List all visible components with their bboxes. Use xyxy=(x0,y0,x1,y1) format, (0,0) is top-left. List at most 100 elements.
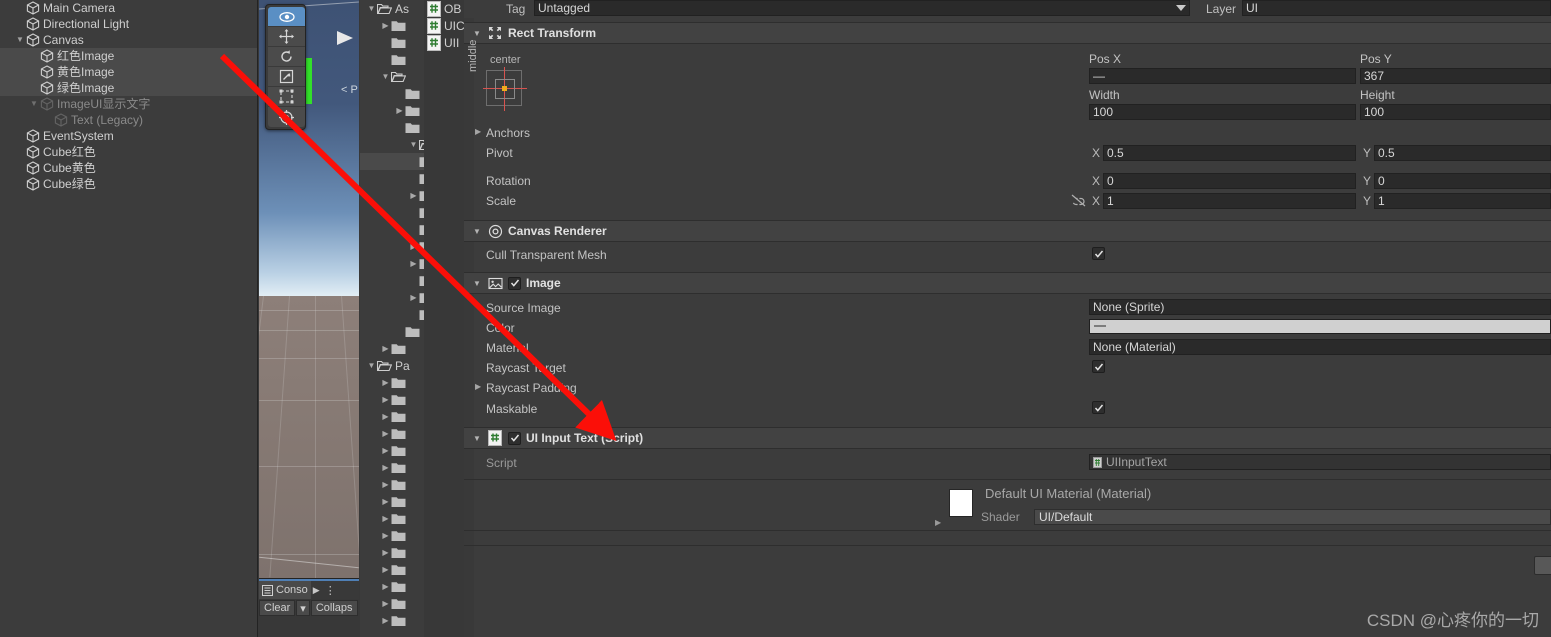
pos-x-input[interactable]: — xyxy=(1089,68,1356,84)
shader-dropdown[interactable]: UI/Default xyxy=(1034,509,1551,525)
scale-link-off-icon[interactable] xyxy=(1071,194,1086,210)
pivot-y-input[interactable]: 0.5 xyxy=(1374,145,1551,161)
ui-input-text-foldout-icon[interactable]: ▼ xyxy=(472,434,482,443)
tag-chevron-down-icon[interactable] xyxy=(1176,5,1186,11)
hierarchy-item[interactable]: ▶Text (Legacy) xyxy=(0,112,257,128)
cull-transparent-mesh-checkbox[interactable] xyxy=(1092,247,1105,260)
ui-input-text-header[interactable]: ▼ UI Input Text (Script) xyxy=(464,427,1551,449)
console-menu-icon[interactable]: ⋮ xyxy=(325,584,336,597)
inspector-panel[interactable]: Tag Untagged Layer UI ▼ Rect Transform c… xyxy=(464,0,1551,637)
project-file-item[interactable]: OB xyxy=(424,0,464,17)
add-component-button[interactable]: Add Component xyxy=(1534,556,1551,575)
canvas-renderer-foldout-icon[interactable]: ▼ xyxy=(472,227,482,236)
transform-tool-icon[interactable] xyxy=(268,107,305,127)
folder-icon xyxy=(391,615,406,627)
canvas-renderer-header[interactable]: ▼ Canvas Renderer xyxy=(464,220,1551,242)
hierarchy-item[interactable]: ▼ ImageUI显示文字 xyxy=(0,96,257,112)
project-foldout-icon[interactable]: ▶ xyxy=(380,514,391,523)
project-foldout-icon[interactable]: ▶ xyxy=(380,531,391,540)
raycast-target-checkbox[interactable] xyxy=(1092,360,1105,373)
project-foldout-icon[interactable]: ▶ xyxy=(408,191,419,200)
hierarchy-foldout-icon[interactable]: ▼ xyxy=(14,32,26,48)
clear-dropdown-button[interactable]: ▾ xyxy=(296,600,310,616)
material-foldout-icon[interactable]: ▶ xyxy=(935,518,941,527)
image-component-header[interactable]: ▼ Image xyxy=(464,272,1551,294)
script-reference-field[interactable]: UIInputText xyxy=(1089,454,1551,470)
color-swatch[interactable] xyxy=(1089,319,1551,334)
project-foldout-icon[interactable]: ▶ xyxy=(380,616,391,625)
anchors-foldout-icon[interactable]: ▶ xyxy=(475,127,481,136)
hierarchy-item[interactable]: ▶红色Image xyxy=(0,48,257,64)
project-foldout-icon[interactable]: ▶ xyxy=(380,412,391,421)
source-image-field[interactable]: None (Sprite) xyxy=(1089,299,1551,315)
hierarchy-item[interactable]: ▶Cube绿色 xyxy=(0,176,257,192)
rotate-tool-icon[interactable] xyxy=(268,47,305,67)
hierarchy-item[interactable]: ▼ Canvas xyxy=(0,32,257,48)
hierarchy-item[interactable]: ▶Directional Light xyxy=(0,16,257,32)
project-file-item[interactable]: UIC xyxy=(424,17,464,34)
pivot-x-input[interactable]: 0.5 xyxy=(1103,145,1356,161)
hierarchy-panel[interactable]: ▶Main Camera▶Directional Light▼Canvas▶红色… xyxy=(0,0,258,637)
move-tool-icon[interactable] xyxy=(268,27,305,47)
rect-transform-header[interactable]: ▼ Rect Transform xyxy=(464,22,1551,44)
scale-y-input[interactable]: 1 xyxy=(1374,193,1551,209)
rect-tool-icon[interactable] xyxy=(268,87,305,107)
tab-console[interactable]: Conso xyxy=(259,581,311,599)
hierarchy-item[interactable]: ▶EventSystem xyxy=(0,128,257,144)
rect-transform-foldout-icon[interactable]: ▼ xyxy=(472,29,482,38)
maskable-checkbox[interactable] xyxy=(1092,401,1105,414)
scene-tool-palette[interactable] xyxy=(265,4,306,130)
hierarchy-foldout-icon[interactable]: ▼ xyxy=(28,96,40,112)
collapse-button[interactable]: Collaps xyxy=(310,600,358,616)
project-foldout-icon[interactable]: ▶ xyxy=(380,21,391,30)
pos-y-input[interactable]: 367 xyxy=(1360,68,1551,84)
hand-tool-icon[interactable] xyxy=(268,7,305,27)
project-foldout-icon[interactable]: ▶ xyxy=(380,480,391,489)
tag-dropdown[interactable]: Untagged xyxy=(534,0,1190,16)
project-foldout-icon[interactable]: ▶ xyxy=(380,395,391,404)
project-foldout-icon[interactable]: ▶ xyxy=(408,242,419,251)
project-foldout-icon[interactable]: ▶ xyxy=(380,429,391,438)
hierarchy-item[interactable]: ▶Cube黄色 xyxy=(0,160,257,176)
console-tab-overflow-icon[interactable]: ▶ xyxy=(313,585,320,596)
scale-x-input[interactable]: 1 xyxy=(1103,193,1356,209)
project-foldout-icon[interactable]: ▶ xyxy=(408,293,419,302)
project-foldout-icon[interactable]: ▶ xyxy=(380,497,391,506)
project-foldout-icon[interactable]: ▶ xyxy=(394,106,405,115)
hierarchy-item[interactable]: ▶黄色Image xyxy=(0,64,257,80)
rotation-x-input[interactable]: 0 xyxy=(1103,173,1356,189)
project-foldout-icon[interactable]: ▼ xyxy=(366,4,377,13)
project-foldout-icon[interactable]: ▶ xyxy=(380,599,391,608)
project-foldout-icon[interactable]: ▶ xyxy=(380,582,391,591)
clear-button[interactable]: Clear xyxy=(259,600,296,616)
hierarchy-item[interactable]: ▶Cube红色 xyxy=(0,144,257,160)
project-foldout-icon[interactable]: ▶ xyxy=(408,259,419,268)
rotation-y-input[interactable]: 0 xyxy=(1374,173,1551,189)
material-field[interactable]: None (Material) xyxy=(1089,339,1551,355)
layer-dropdown[interactable]: UI xyxy=(1242,0,1551,16)
project-foldout-icon[interactable]: ▶ xyxy=(380,344,391,353)
project-foldout-icon[interactable]: ▼ xyxy=(408,140,419,149)
project-foldout-icon[interactable]: ▶ xyxy=(380,565,391,574)
console-panel[interactable]: Conso ▶ ⋮ Clear ▾ Collaps xyxy=(259,578,359,637)
project-foldout-icon[interactable]: ▶ xyxy=(380,548,391,557)
image-enabled-checkbox[interactable] xyxy=(508,276,521,290)
scene-view[interactable]: < P xyxy=(259,0,359,578)
scale-tool-icon[interactable] xyxy=(268,67,305,87)
hierarchy-item[interactable]: ▶Main Camera xyxy=(0,0,257,16)
project-foldout-icon[interactable]: ▼ xyxy=(366,361,377,370)
project-file-item[interactable]: UII xyxy=(424,34,464,51)
project-foldout-icon[interactable]: ▼ xyxy=(380,72,391,81)
anchor-preset-widget[interactable] xyxy=(483,67,527,111)
hierarchy-item[interactable]: ▶绿色Image xyxy=(0,80,257,96)
image-foldout-icon[interactable]: ▼ xyxy=(472,279,482,288)
project-file-list[interactable]: OB UIC UII xyxy=(424,0,464,637)
width-input[interactable]: 100 xyxy=(1089,104,1356,120)
gameobject-cube-icon xyxy=(26,33,40,47)
height-input[interactable]: 100 xyxy=(1360,104,1551,120)
ui-input-text-enabled-checkbox[interactable] xyxy=(508,431,521,445)
project-foldout-icon[interactable]: ▶ xyxy=(380,378,391,387)
project-foldout-icon[interactable]: ▶ xyxy=(380,446,391,455)
project-foldout-icon[interactable]: ▶ xyxy=(380,463,391,472)
raycast-padding-foldout-icon[interactable]: ▶ xyxy=(475,382,481,391)
